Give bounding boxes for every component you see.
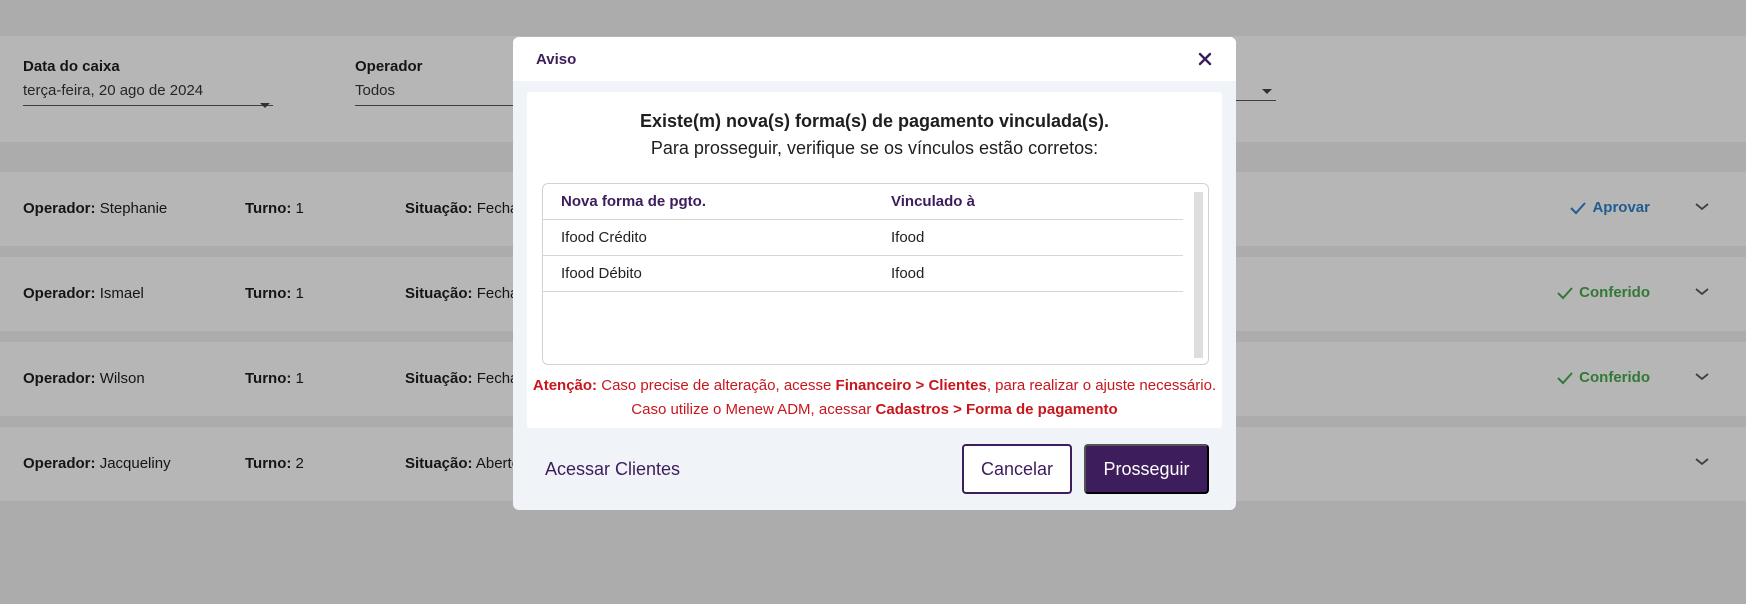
dialog-message-subtitle: Para prosseguir, verifique se os vínculo…	[650, 138, 1099, 158]
table-scrollbar[interactable]	[1194, 192, 1203, 358]
dialog-title: Aviso	[536, 51, 577, 68]
access-clients-link[interactable]: Acessar Clientes	[545, 459, 680, 480]
table-row: Ifood Débito Ifood	[543, 255, 1183, 292]
cancel-button[interactable]: Cancelar	[962, 444, 1072, 494]
table-header-row: Nova forma de pgto. Vinculado à	[543, 184, 1183, 220]
proceed-button[interactable]: Prosseguir	[1084, 444, 1209, 494]
table-cell: Ifood	[873, 219, 1183, 256]
table-cell: Ifood Débito	[543, 255, 873, 292]
warning-note: Atenção: Caso precise de alteração, aces…	[532, 377, 1217, 418]
dialog-message-title: Existe(m) nova(s) forma(s) de pagamento …	[639, 111, 1110, 131]
dialog-header: Aviso	[513, 37, 1236, 81]
column-header: Nova forma de pgto.	[543, 184, 873, 220]
table-row: Ifood Crédito Ifood	[543, 219, 1183, 256]
table-cell: Ifood Crédito	[543, 219, 873, 256]
payment-links-table: Nova forma de pgto. Vinculado à Ifood Cr…	[542, 183, 1209, 365]
dialog-body: Existe(m) nova(s) forma(s) de pagamento …	[527, 92, 1222, 428]
table-cell: Ifood	[873, 255, 1183, 292]
close-icon[interactable]	[1196, 50, 1214, 68]
warning-dialog: Aviso Existe(m) nova(s) forma(s) de paga…	[513, 37, 1236, 510]
column-header: Vinculado à	[873, 184, 1183, 220]
